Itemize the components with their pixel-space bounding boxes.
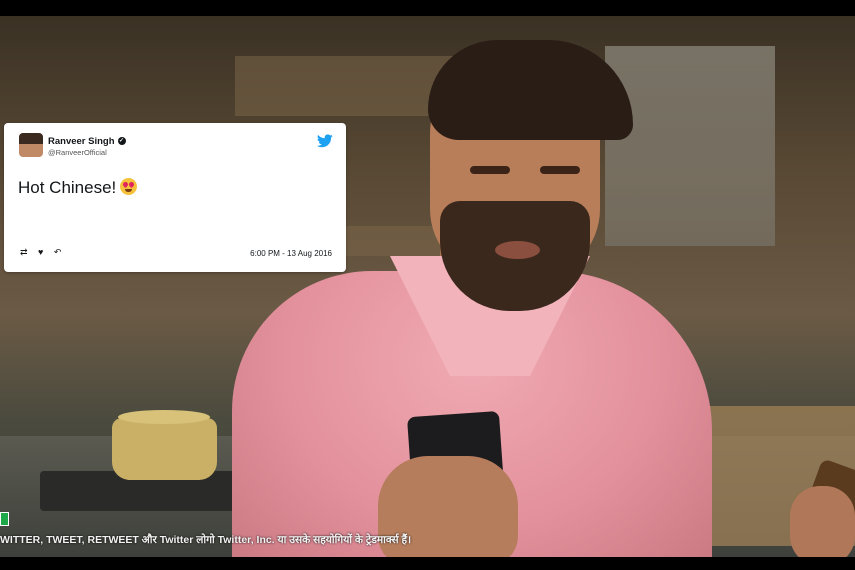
twitter-bird-icon (317, 134, 333, 148)
tweet-text: Hot Chinese! (18, 178, 138, 198)
right-eye (540, 166, 580, 174)
window-panel (605, 46, 775, 246)
mouth (495, 241, 540, 259)
author-name-text: Ranveer Singh (48, 136, 115, 147)
heart-eyes-emoji-icon (120, 178, 138, 195)
avatar (19, 133, 43, 157)
kitchen-shelf (235, 56, 455, 116)
hand-holding-bottle (790, 486, 855, 557)
video-frame: Ranveer Singh ✓ @RanveerOfficial Hot Chin… (0, 16, 855, 557)
trademark-disclaimer: WITTER, TWEET, RETWEET और Twitter लोगो T… (0, 534, 412, 546)
tweet-card: Ranveer Singh ✓ @RanveerOfficial Hot Chin… (4, 123, 346, 272)
cooking-pot (112, 418, 217, 480)
tweet-text-content: Hot Chinese! (18, 178, 117, 197)
pot-lid (118, 410, 210, 424)
tweet-author-name: Ranveer Singh ✓ (48, 136, 126, 147)
left-eye (470, 166, 510, 174)
channel-logo (0, 512, 9, 526)
verified-icon: ✓ (117, 137, 126, 146)
tweet-actions: ⇄ ♥ ↶ (20, 247, 66, 257)
tweet-timestamp: 6:00 PM - 13 Aug 2016 (250, 249, 332, 258)
tweet-handle: @RanveerOfficial (48, 148, 107, 157)
hair (428, 40, 633, 140)
